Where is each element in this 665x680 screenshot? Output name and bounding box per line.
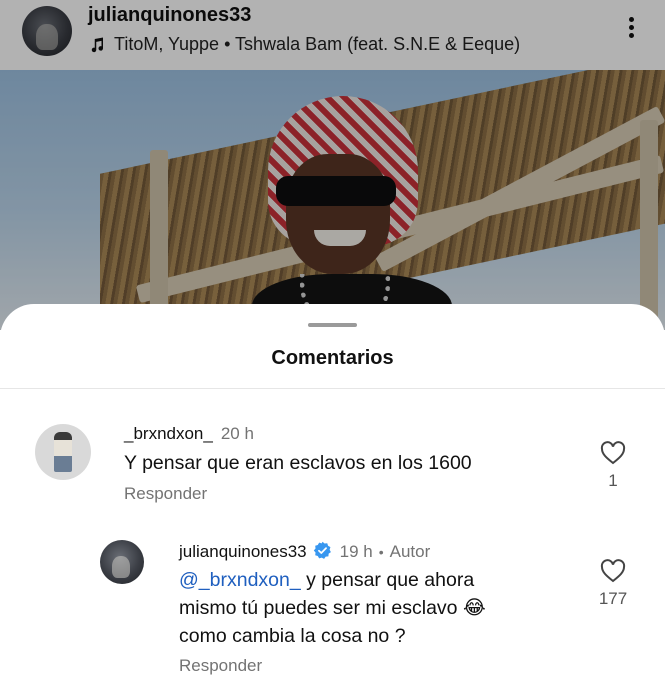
comment-time: 20 h (220, 424, 254, 443)
comment-text: Y pensar que eran esclavos en los 1600 (124, 452, 472, 474)
mention-link[interactable]: @_brxndxon_ (179, 569, 301, 591)
reply-text-line: como cambia la cosa no ? (179, 625, 406, 647)
like-count: 1 (608, 471, 618, 490)
divider (0, 388, 665, 389)
reply-header: julianquinones33 19 h • Autor (179, 541, 430, 562)
reply-author-avatar[interactable] (100, 540, 144, 584)
heart-outline-icon (600, 559, 626, 583)
like-count: 177 (598, 589, 628, 608)
verified-badge-icon (313, 541, 331, 559)
reply-time: 19 h (339, 542, 373, 561)
drag-handle[interactable] (308, 323, 357, 327)
reply-button[interactable]: Responder (124, 484, 207, 504)
reply-username[interactable]: julianquinones33 (179, 542, 307, 561)
comments-sheet: Comentarios _brxndxon_ 20 h Y pensar que … (0, 304, 665, 680)
comment-username[interactable]: _brxndxon_ (124, 424, 213, 443)
comment-header: _brxndxon_ 20 h (124, 424, 254, 444)
background-overlay[interactable] (0, 0, 665, 330)
reply-button[interactable]: Responder (179, 656, 262, 676)
commenter-avatar[interactable] (35, 424, 91, 480)
sheet-title: Comentarios (271, 347, 394, 369)
heart-outline-icon (600, 441, 626, 465)
separator-dot: • (378, 544, 384, 560)
reply-text: @_brxndxon_ y pensar que ahora mismo tú … (179, 566, 486, 650)
like-button[interactable]: 177 (593, 559, 633, 609)
like-button[interactable]: 1 (593, 441, 633, 491)
reply-text-line: y pensar que ahora (300, 569, 475, 591)
author-badge: Autor (389, 542, 431, 561)
reply-text-line: mismo tú puedes ser mi esclavo 😂 (179, 597, 486, 619)
